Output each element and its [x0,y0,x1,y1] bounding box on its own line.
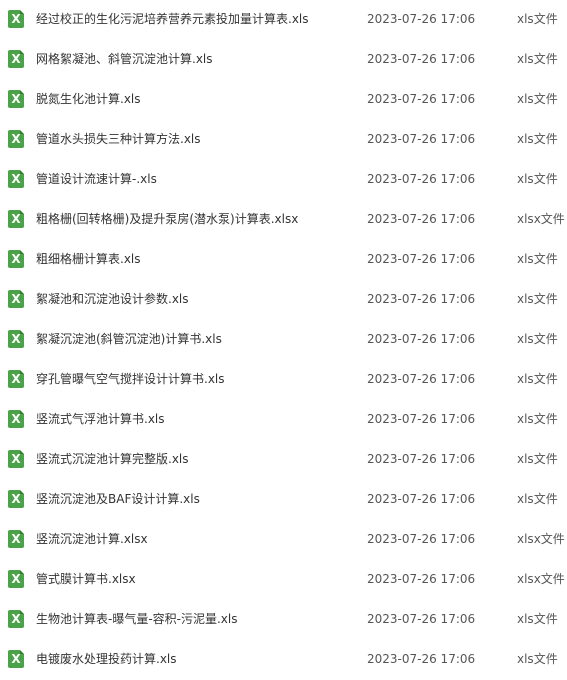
file-date: 2023-07-26 17:06 [367,372,476,386]
file-name[interactable]: 网格絮凝池、斜管沉淀池计算.xls [36,50,213,68]
excel-file-icon: X [8,50,24,68]
list-item[interactable]: X 管道设计流速计算-.xls 2023-07-26 17:06 xls文件 [0,160,567,200]
file-type: xls文件 [517,652,558,666]
file-type: xlsx文件 [517,212,565,226]
list-item[interactable]: X 穿孔管曝气空气搅拌设计计算书.xls 2023-07-26 17:06 xl… [0,360,567,400]
file-name[interactable]: 管道水头损失三种计算方法.xls [36,130,201,148]
file-type: xls文件 [517,252,558,266]
file-name[interactable]: 絮凝池和沉淀池设计参数.xls [36,290,189,308]
excel-file-icon: X [8,650,24,668]
file-date: 2023-07-26 17:06 [367,332,476,346]
list-item[interactable]: X 生物池计算表-曝气量-容积-污泥量.xls 2023-07-26 17:06… [0,600,567,640]
list-item[interactable]: X 管道水头损失三种计算方法.xls 2023-07-26 17:06 xls文… [0,120,567,160]
file-name[interactable]: 竖流式气浮池计算书.xls [36,410,165,428]
file-date: 2023-07-26 17:06 [367,652,476,666]
excel-file-icon: X [8,610,24,628]
file-list: X 经过校正的生化污泥培养营养元素投加量计算表.xls 2023-07-26 1… [0,0,567,680]
list-item[interactable]: X 经过校正的生化污泥培养营养元素投加量计算表.xls 2023-07-26 1… [0,0,567,40]
file-name[interactable]: 竖流式沉淀池计算完整版.xls [36,450,189,468]
file-date: 2023-07-26 17:06 [367,612,476,626]
file-name[interactable]: 穿孔管曝气空气搅拌设计计算书.xls [36,370,225,388]
file-type: xls文件 [517,92,558,106]
list-item[interactable]: X 竖流式沉淀池计算完整版.xls 2023-07-26 17:06 xls文件 [0,440,567,480]
file-date: 2023-07-26 17:06 [367,212,476,226]
excel-file-icon: X [8,170,24,188]
file-date: 2023-07-26 17:06 [367,292,476,306]
excel-file-icon: X [8,10,24,28]
file-type: xlsx文件 [517,572,565,586]
file-name[interactable]: 絮凝沉淀池(斜管沉淀池)计算书.xls [36,330,222,348]
list-item[interactable]: X 电镀废水处理投药计算.xls 2023-07-26 17:06 xls文件 [0,640,567,680]
file-name[interactable]: 管式膜计算书.xlsx [36,570,136,588]
list-item[interactable]: X 竖流式气浮池计算书.xls 2023-07-26 17:06 xls文件 [0,400,567,440]
file-name[interactable]: 生物池计算表-曝气量-容积-污泥量.xls [36,610,238,628]
file-date: 2023-07-26 17:06 [367,12,476,26]
file-type: xls文件 [517,612,558,626]
file-date: 2023-07-26 17:06 [367,252,476,266]
list-item[interactable]: X 粗格栅(回转格栅)及提升泵房(潜水泵)计算表.xlsx 2023-07-26… [0,200,567,240]
file-date: 2023-07-26 17:06 [367,172,476,186]
file-date: 2023-07-26 17:06 [367,532,476,546]
file-type: xls文件 [517,372,558,386]
list-item[interactable]: X 竖流沉淀池计算.xlsx 2023-07-26 17:06 xlsx文件 [0,520,567,560]
file-type: xlsx文件 [517,532,565,546]
file-type: xls文件 [517,452,558,466]
file-name[interactable]: 粗格栅(回转格栅)及提升泵房(潜水泵)计算表.xlsx [36,210,298,228]
list-item[interactable]: X 管式膜计算书.xlsx 2023-07-26 17:06 xlsx文件 [0,560,567,600]
file-type: xls文件 [517,332,558,346]
file-name[interactable]: 竖流沉淀池及BAF设计计算.xls [36,490,200,508]
excel-file-icon: X [8,330,24,348]
file-type: xls文件 [517,172,558,186]
list-item[interactable]: X 网格絮凝池、斜管沉淀池计算.xls 2023-07-26 17:06 xls… [0,40,567,80]
excel-file-icon: X [8,290,24,308]
file-type: xls文件 [517,492,558,506]
excel-file-icon: X [8,90,24,108]
file-date: 2023-07-26 17:06 [367,572,476,586]
file-name[interactable]: 电镀废水处理投药计算.xls [36,650,177,668]
excel-file-icon: X [8,570,24,588]
file-name[interactable]: 粗细格栅计算表.xls [36,250,141,268]
list-item[interactable]: X 粗细格栅计算表.xls 2023-07-26 17:06 xls文件 [0,240,567,280]
file-name[interactable]: 经过校正的生化污泥培养营养元素投加量计算表.xls [36,10,309,28]
list-item[interactable]: X 絮凝沉淀池(斜管沉淀池)计算书.xls 2023-07-26 17:06 x… [0,320,567,360]
excel-file-icon: X [8,250,24,268]
file-type: xls文件 [517,412,558,426]
file-date: 2023-07-26 17:06 [367,132,476,146]
excel-file-icon: X [8,450,24,468]
file-date: 2023-07-26 17:06 [367,92,476,106]
list-item[interactable]: X 竖流沉淀池及BAF设计计算.xls 2023-07-26 17:06 xls… [0,480,567,520]
file-date: 2023-07-26 17:06 [367,52,476,66]
excel-file-icon: X [8,210,24,228]
file-name[interactable]: 脱氮生化池计算.xls [36,90,141,108]
list-item[interactable]: X 絮凝池和沉淀池设计参数.xls 2023-07-26 17:06 xls文件 [0,280,567,320]
file-type: xls文件 [517,132,558,146]
file-name[interactable]: 竖流沉淀池计算.xlsx [36,530,148,548]
file-name[interactable]: 管道设计流速计算-.xls [36,170,157,188]
excel-file-icon: X [8,490,24,508]
file-type: xls文件 [517,52,558,66]
excel-file-icon: X [8,530,24,548]
excel-file-icon: X [8,370,24,388]
file-type: xls文件 [517,292,558,306]
file-date: 2023-07-26 17:06 [367,412,476,426]
excel-file-icon: X [8,410,24,428]
file-date: 2023-07-26 17:06 [367,452,476,466]
file-date: 2023-07-26 17:06 [367,492,476,506]
list-item[interactable]: X 脱氮生化池计算.xls 2023-07-26 17:06 xls文件 [0,80,567,120]
file-type: xls文件 [517,12,558,26]
excel-file-icon: X [8,130,24,148]
